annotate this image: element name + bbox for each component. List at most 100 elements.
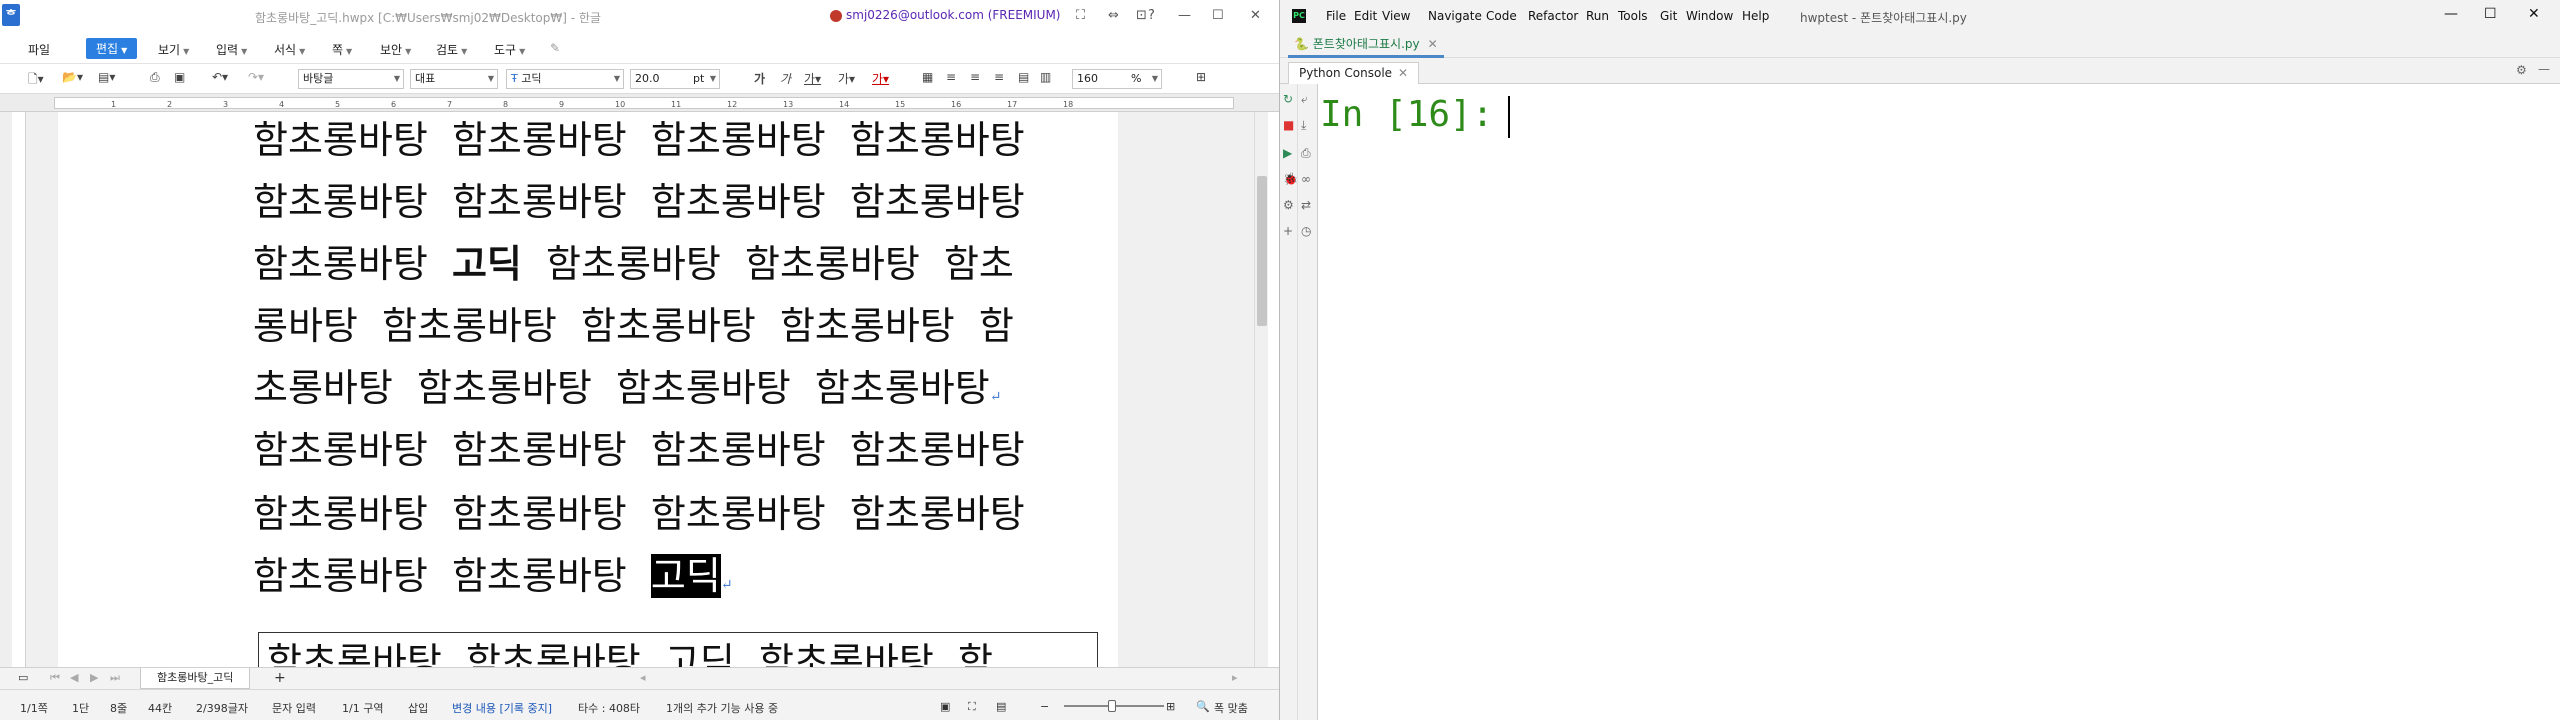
menu-insert[interactable]: 입력 ▼ <box>216 41 247 58</box>
menu-review[interactable]: 검토 ▼ <box>436 41 467 58</box>
vertical-ruler[interactable] <box>12 112 26 667</box>
font-size-combo[interactable]: 20.0 pt ▼ <box>630 69 720 89</box>
expand-icon[interactable]: ⇔ <box>1108 8 1119 23</box>
new-document-icon[interactable]: 🗋▾ <box>28 70 44 91</box>
hscroll-left-icon[interactable]: ◂ <box>640 671 646 684</box>
print-icon[interactable]: ⎙ <box>1301 146 1311 161</box>
document-page[interactable]: 함초롱바탕 함초롱바탕 함초롱바탕 함초롱바탕 함초롱바탕 함초롱바탕 함초롱바… <box>58 112 1118 682</box>
stop-icon[interactable]: ■ <box>1283 118 1294 132</box>
scroll-to-end-icon[interactable]: ⤓ <box>1301 118 1306 133</box>
view-web-icon[interactable]: ▤ <box>996 700 1006 713</box>
strike-icon[interactable]: 가▾ <box>838 70 855 87</box>
menu-security[interactable]: 보안 ▼ <box>380 41 411 58</box>
horizontal-ruler[interactable]: 1 2 3 4 5 6 7 8 9 10 11 12 13 14 15 16 1… <box>0 94 1279 112</box>
zoom-in-icon[interactable]: ⊞ <box>1166 700 1175 713</box>
scrollbar-thumb[interactable] <box>1257 176 1267 326</box>
minimize-icon[interactable]: — <box>2444 6 2458 22</box>
menu-code[interactable]: Code <box>1486 9 1517 23</box>
menu-help[interactable]: Help <box>1742 9 1769 23</box>
menu-page[interactable]: 쪽 ▼ <box>332 41 352 58</box>
menu-tools[interactable]: Tools <box>1618 9 1648 23</box>
python-console-tab[interactable]: Python Console ✕ <box>1288 62 1420 84</box>
execute-icon[interactable]: ▶ <box>1283 146 1292 160</box>
menu-edit[interactable]: 편집 ▼ <box>86 38 138 59</box>
menu-file[interactable]: 파일 <box>28 41 50 58</box>
status-insert[interactable]: 삽입 <box>408 700 428 716</box>
preview-icon[interactable]: ▣ <box>174 70 185 84</box>
maximize-icon[interactable]: ☐ <box>2484 6 2497 22</box>
restore-icon[interactable]: ⊡ <box>1136 8 1147 23</box>
menu-edit[interactable]: Edit <box>1354 9 1377 23</box>
open-folder-icon[interactable]: 📂▾ <box>62 70 83 84</box>
add-icon[interactable]: + <box>1283 224 1293 238</box>
rerun-icon[interactable]: ↻ <box>1283 92 1293 106</box>
special-vars-icon[interactable]: ⇄ <box>1301 198 1311 212</box>
undo-icon[interactable]: ↶▾ <box>212 70 228 84</box>
view-normal-icon[interactable]: ▣ <box>940 700 950 713</box>
save-icon[interactable]: ▤▾ <box>98 70 115 84</box>
search-icon[interactable]: 🔍 <box>1196 700 1210 713</box>
next-tab-icon[interactable]: ▶ <box>90 671 98 684</box>
help-icon[interactable]: ? <box>1148 8 1155 23</box>
menu-file[interactable]: File <box>1326 9 1346 23</box>
align-justify-icon[interactable]: ▦ <box>922 70 933 84</box>
add-tab-icon[interactable]: + <box>274 670 286 686</box>
align-split-icon[interactable]: ▥ <box>1040 70 1051 84</box>
close-tab-icon[interactable]: ✕ <box>1428 37 1438 51</box>
line-spacing-combo[interactable]: 160% ▼ <box>1072 69 1162 89</box>
close-icon[interactable]: ✕ <box>2528 6 2540 22</box>
document-tab[interactable]: 함초롱바탕_고딕 <box>140 668 251 689</box>
grid-icon[interactable]: ⊞ <box>1196 70 1206 84</box>
redo-icon[interactable]: ↷▾ <box>248 70 264 84</box>
menu-window[interactable]: Window <box>1686 9 1733 23</box>
menu-tools[interactable]: 도구 ▼ <box>494 41 525 58</box>
prev-tab-icon[interactable]: ◀ <box>70 671 78 684</box>
print-icon[interactable]: ⎙ <box>150 70 160 85</box>
settings-icon[interactable]: ⚙ <box>1283 198 1294 212</box>
account-info[interactable]: smj0226@outlook.com (FREEMIUM) <box>830 8 1061 22</box>
underline-icon[interactable]: 가▾ <box>804 70 821 87</box>
align-center-icon[interactable]: ≡ <box>970 70 980 84</box>
menu-navigate[interactable]: Navigate <box>1428 9 1482 23</box>
menu-run[interactable]: Run <box>1586 9 1609 23</box>
bold-icon[interactable]: 가 <box>754 70 765 87</box>
soft-wrap-icon[interactable]: ⤶ <box>1301 92 1308 107</box>
last-tab-icon[interactable]: ⏭ <box>110 671 120 685</box>
italic-icon[interactable]: 가 <box>780 70 791 87</box>
document-area[interactable]: 함초롱바탕 함초롱바탕 함초롱바탕 함초롱바탕 함초롱바탕 함초롱바탕 함초롱바… <box>26 112 1254 682</box>
menu-format[interactable]: 서식 ▼ <box>274 41 305 58</box>
style-combo[interactable]: 바탕글 ▼ <box>298 69 404 89</box>
align-right-icon[interactable]: ≡ <box>994 70 1004 84</box>
status-track-changes[interactable]: 변경 내용 [기록 중지] <box>452 700 552 716</box>
fit-width-button[interactable]: 폭 맞춤 <box>1214 700 1248 716</box>
font-combo[interactable]: Ŧ 고딕 ▼ <box>506 69 624 89</box>
hscroll-right-icon[interactable]: ▸ <box>1232 671 1238 684</box>
align-left-icon[interactable]: ≡ <box>946 70 956 84</box>
settings-gear-icon[interactable]: ⚙ <box>2516 63 2527 77</box>
history-icon[interactable]: ◷ <box>1301 224 1311 238</box>
close-icon[interactable]: ✕ <box>1250 8 1261 23</box>
zoom-slider-knob[interactable] <box>1108 700 1116 712</box>
fullscreen-icon[interactable]: ⛶ <box>1076 8 1085 23</box>
zoom-out-icon[interactable]: − <box>1040 700 1049 713</box>
align-distribute-icon[interactable]: ▤ <box>1018 70 1029 84</box>
vertical-scrollbar[interactable] <box>1254 112 1268 667</box>
debug-icon[interactable]: 🐞 <box>1283 172 1298 186</box>
menu-view[interactable]: View <box>1382 9 1410 23</box>
maximize-icon[interactable]: ☐ <box>1212 8 1224 23</box>
view-full-icon[interactable]: ⛶ <box>968 700 976 714</box>
first-tab-icon[interactable]: ⏮ <box>50 671 60 685</box>
menu-view[interactable]: 보기 ▼ <box>158 41 189 58</box>
menu-git[interactable]: Git <box>1660 9 1677 23</box>
python-console[interactable]: In [16]: <box>1318 84 2560 720</box>
quick-action-icon[interactable]: ✎ <box>550 41 560 55</box>
hide-panel-icon[interactable]: — <box>2538 62 2550 76</box>
font-color-icon[interactable]: 가▾ <box>872 70 889 87</box>
show-variables-icon[interactable]: ∞ <box>1301 172 1311 186</box>
language-combo[interactable]: 대표 ▼ <box>410 69 498 89</box>
file-tab[interactable]: 🐍 폰트찾아태그표시.py ✕ <box>1288 32 1444 58</box>
close-tab-icon[interactable]: ✕ <box>1398 66 1408 80</box>
page-view-icon[interactable]: ▭ <box>18 671 28 684</box>
status-promo[interactable]: 1개의 추가 기능 사용 중 <box>666 700 778 716</box>
minimize-icon[interactable]: — <box>1178 8 1191 23</box>
